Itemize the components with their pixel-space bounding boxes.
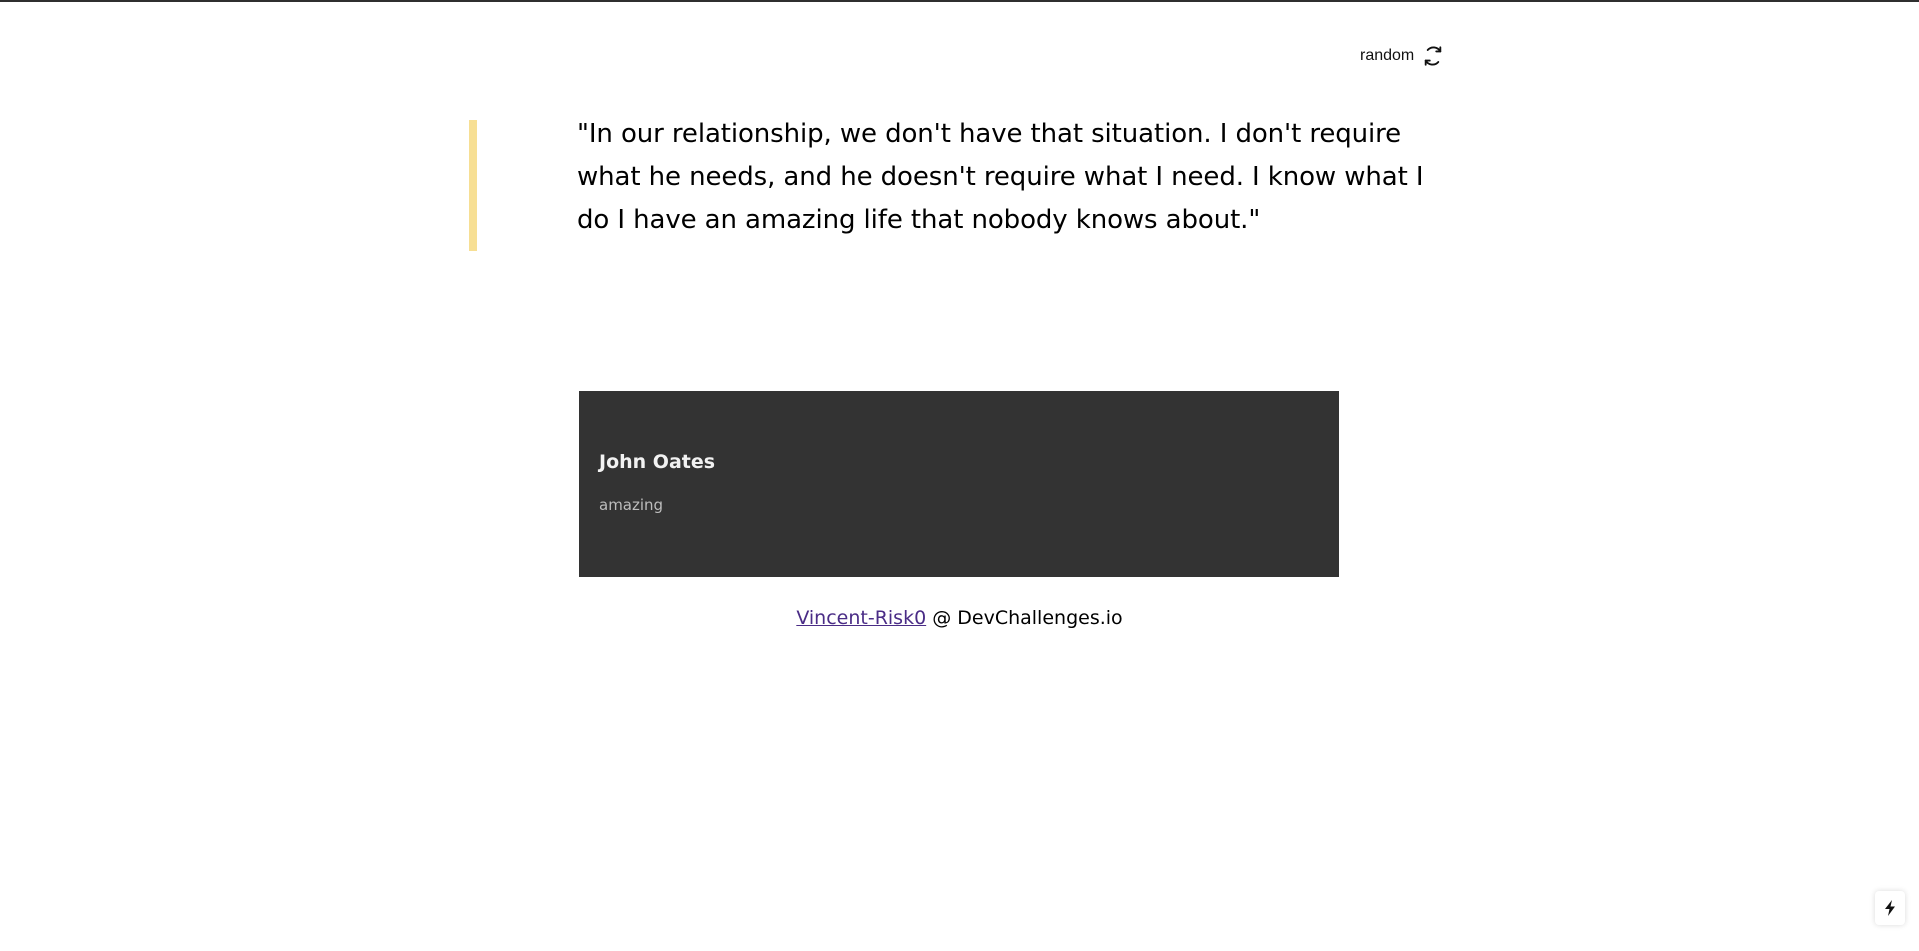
bolt-icon: [1885, 900, 1895, 916]
quote-accent-bar: [469, 120, 477, 251]
footer-author-link[interactable]: Vincent-Risk0: [796, 607, 926, 629]
author-genre: amazing: [599, 496, 664, 514]
quote-block: "In our relationship, we don't have that…: [469, 119, 1449, 251]
refresh-icon: [1425, 46, 1442, 66]
random-label: random: [1360, 47, 1415, 64]
page: random "In our relationship, we don't ha…: [0, 0, 1919, 951]
corner-widget-button[interactable]: [1875, 891, 1905, 925]
footer: Vincent-Risk0 @ DevChallenges.io: [0, 606, 1919, 630]
author-name: John Oates: [599, 451, 716, 473]
quote-text: "In our relationship, we don't have that…: [577, 119, 1424, 235]
footer-site: DevChallenges.io: [957, 607, 1123, 629]
random-button[interactable]: random: [1360, 45, 1444, 67]
author-card[interactable]: John Oates amazing: [579, 391, 1339, 577]
footer-separator: @: [932, 607, 952, 629]
